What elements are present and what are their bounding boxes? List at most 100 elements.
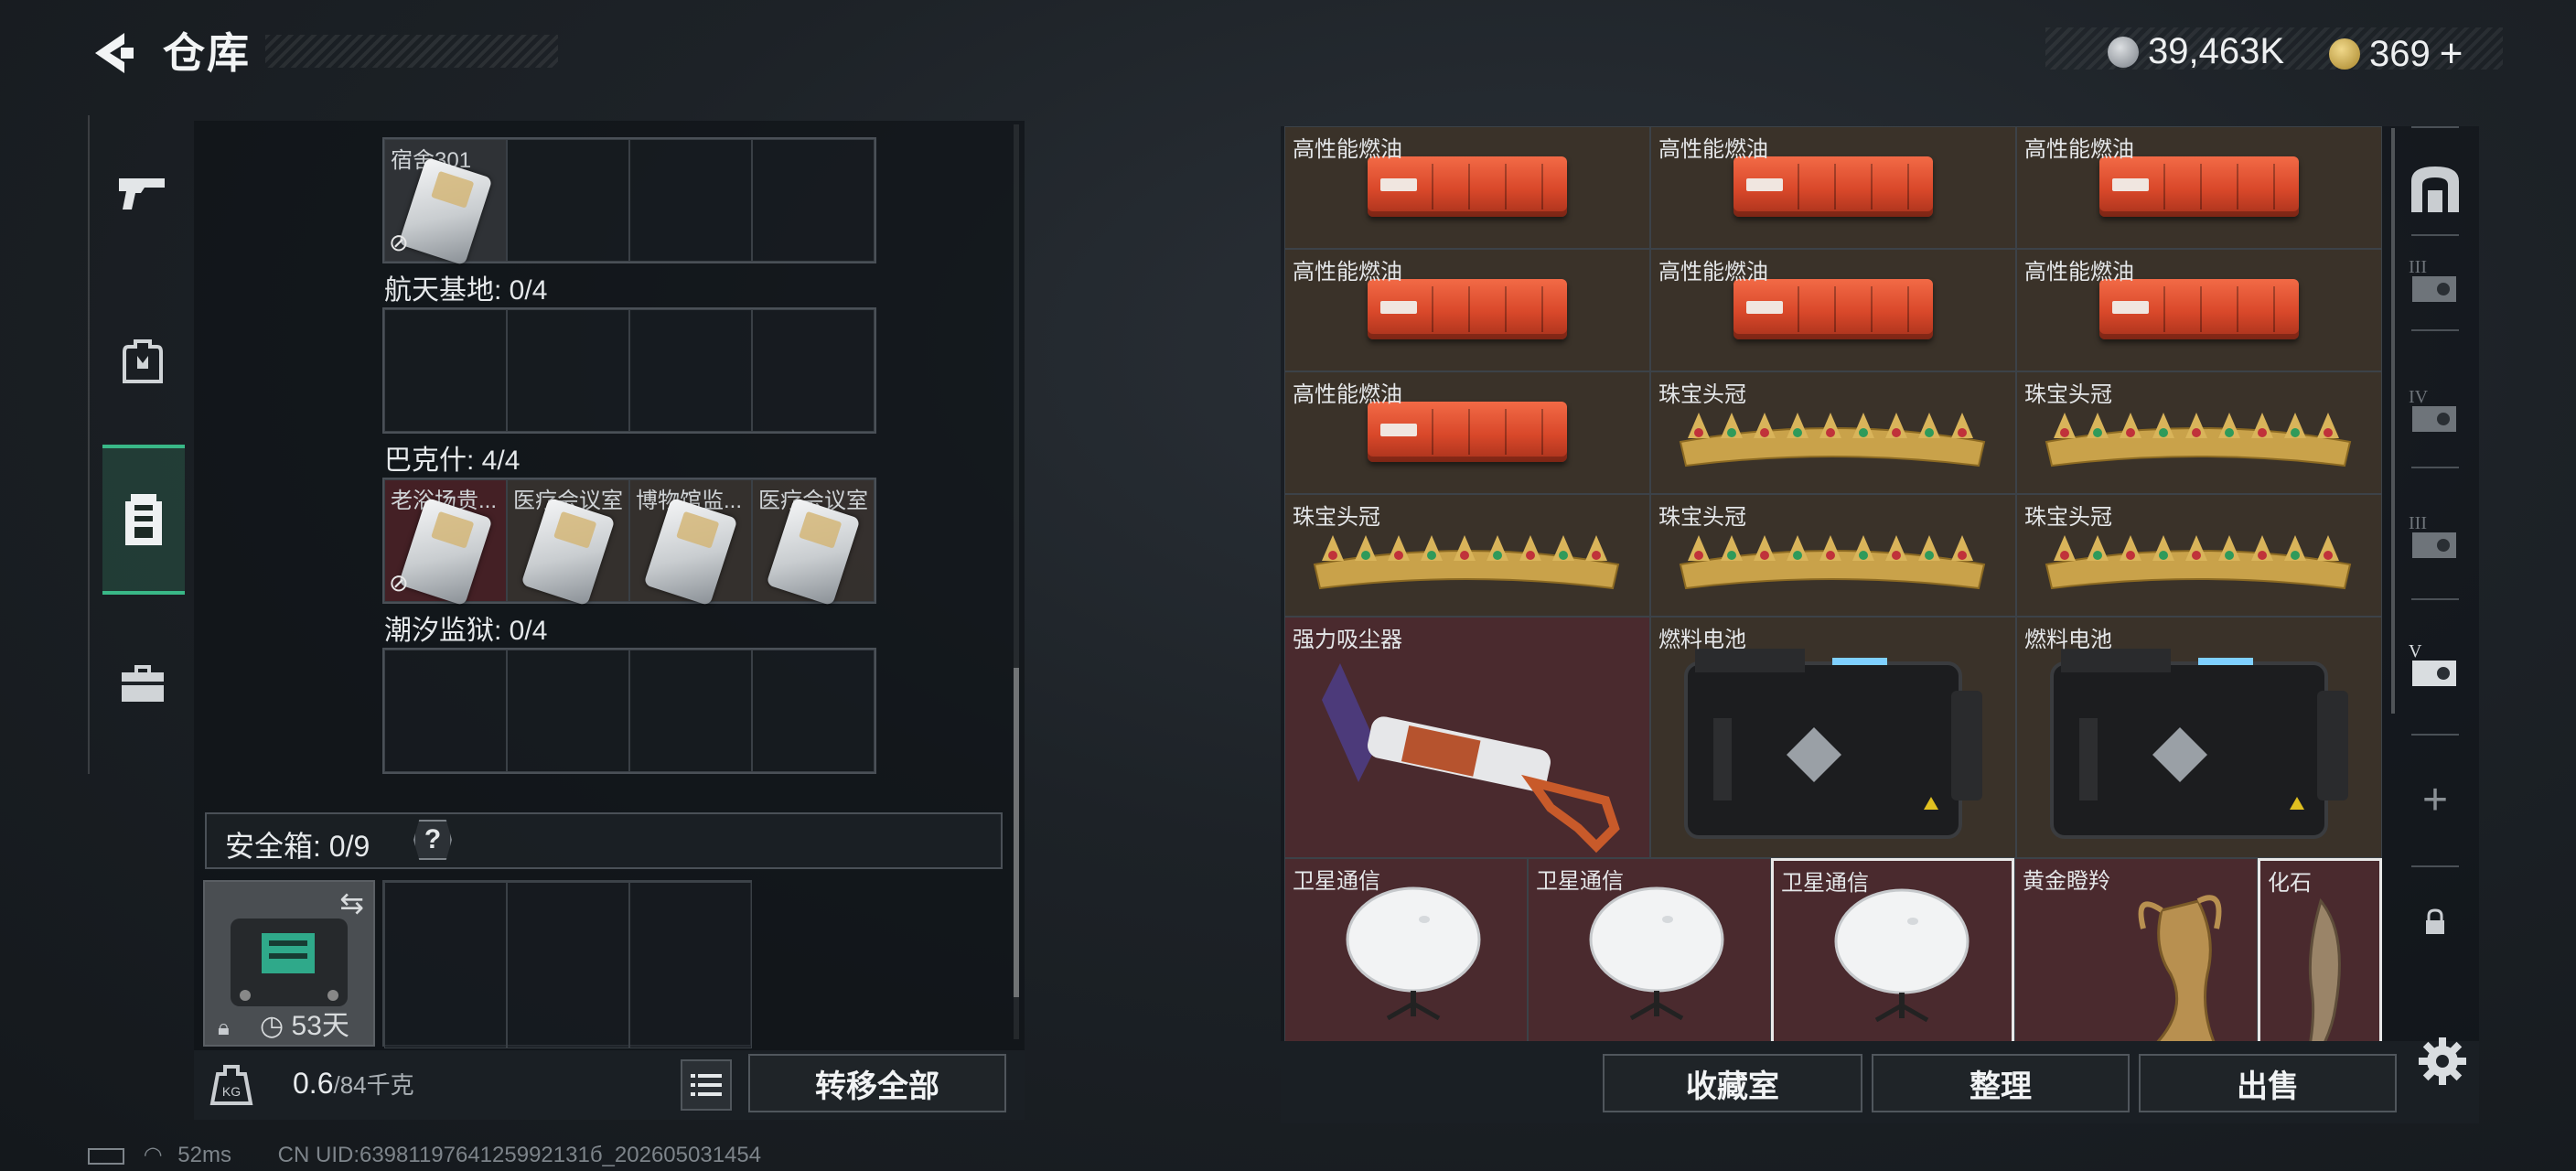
safebox-slot[interactable] [384,882,507,1048]
left-nav [88,115,190,774]
nav-backpack[interactable] [104,311,181,412]
help-button[interactable]: ? [413,820,452,860]
key-slot[interactable] [384,650,507,772]
nav-stash-main[interactable] [2391,152,2479,225]
lock-button[interactable] [2391,886,2479,959]
key-slot[interactable] [752,139,875,262]
key-slot[interactable] [629,139,752,262]
key-slot[interactable]: 医疗会议室 [507,479,629,607]
key-slot[interactable] [752,309,875,432]
key-slot[interactable] [629,309,752,432]
transfer-all-button[interactable]: 转移全部 [748,1054,1006,1112]
safebox-item[interactable]: ⇆ 🔒︎ ◷ 53天 [203,880,375,1047]
fuel-canister-image [1368,402,1567,462]
nav-vest[interactable] [102,445,185,595]
item-label: 高性能燃油 [1293,260,1402,285]
stash-expansion-icon: V [2409,641,2456,686]
organize-button[interactable]: 整理 [1872,1054,2130,1112]
stash-item[interactable]: 燃料电池 [2016,617,2382,858]
currency-bar: 39,463K 369 + [2045,27,2503,76]
item-label: 高性能燃油 [2024,137,2134,162]
weight-value: 0.6 [293,1067,334,1100]
timer: ◷ 53天 [260,1003,349,1043]
key-slot[interactable]: 医疗会议室 [752,479,875,607]
stash-item[interactable]: 黄金瞪羚 [2014,858,2258,1041]
stash-item[interactable]: 卫星通信 [1528,858,1771,1041]
item-label: 高性能燃油 [2024,260,2134,285]
key-slot[interactable] [507,650,629,772]
key-slot[interactable] [507,139,629,262]
stash-item[interactable]: 珠宝头冠 [1650,494,2016,617]
key-slot[interactable] [629,650,752,772]
status-bar: ◠ 52ms CN UID:6398119764125992131б_20260… [88,1142,761,1169]
divider [2411,598,2459,600]
settings-button[interactable] [2415,1034,2470,1089]
currency-coins: 39,463K [2148,31,2285,71]
fuel-canister-image [2099,279,2299,339]
section-title-aerospace: 航天基地: 0/4 [384,275,548,306]
stash-item[interactable]: 卫星通信 [1284,858,1528,1041]
key-slot[interactable] [507,309,629,432]
fossil-image [2308,897,2341,1041]
stash-item[interactable]: 化石 [2258,858,2382,1041]
stash-expansion-icon: IV [2409,387,2456,432]
coin-icon [2108,36,2139,68]
collection-room-button[interactable]: 收藏室 [1603,1054,1862,1112]
nav-stash-tier-3a[interactable]: III [2391,245,2479,318]
stash-item[interactable]: 卫星通信 [1771,858,2014,1041]
stash-item[interactable]: 高性能燃油 [1284,371,1650,494]
divider [2411,734,2459,736]
battery-icon [88,1147,124,1165]
crown-image [2045,413,2352,467]
add-currency-button[interactable]: + [2440,31,2463,77]
safebox-slot[interactable] [507,882,629,1048]
stash-item[interactable]: 高性能燃油 [2016,249,2382,371]
stash-item[interactable]: 高性能燃油 [1650,249,2016,371]
svg-text:IV: IV [2409,387,2429,407]
key-slot[interactable] [384,309,507,432]
stash-item[interactable]: 高性能燃油 [2016,126,2382,249]
back-button[interactable] [88,27,139,79]
safebox-slot[interactable] [629,882,752,1048]
key-slot[interactable]: 宿舍301 ⊘ [384,139,507,266]
sell-button[interactable]: 出售 [2139,1054,2397,1112]
item-label: 强力吸尘器 [1293,628,1402,652]
key-slot[interactable]: 老浴场贵... ⊘ [384,479,507,607]
fuel-canister-image [1368,279,1567,339]
triangle-coin-icon [2329,38,2360,70]
stash-item[interactable]: 高性能燃油 [1284,126,1650,249]
key-slot[interactable] [752,650,875,772]
stash-item[interactable]: 珠宝头冠 [2016,371,2382,494]
left-scrollbar-thumb[interactable] [1014,668,1019,997]
nav-stash-tier-3b[interactable]: III [2391,501,2479,575]
item-label: 高性能燃油 [1658,260,1768,285]
key-grid-aerospace [382,307,876,434]
gear-icon [2419,1037,2466,1085]
fuel-cell-image [1684,649,1982,839]
stash-item[interactable]: 高性能燃油 [1650,126,2016,249]
section-title-bakhsh: 巴克什: 4/4 [384,446,521,476]
nav-stash-tier-5[interactable]: V [2391,629,2479,703]
stash-item[interactable]: 高性能燃油 [1284,249,1650,371]
add-stash-button[interactable]: + [2391,763,2479,836]
item-label: 高性能燃油 [1293,382,1402,407]
swap-icon[interactable]: ⇆ [339,886,364,920]
nav-briefcase[interactable] [104,633,181,734]
divider [2411,126,2459,128]
stash-item[interactable]: 珠宝头冠 [2016,494,2382,617]
item-label: 珠宝头冠 [2024,505,2112,530]
stash-item[interactable]: 燃料电池 [1650,617,2016,858]
list-view-button[interactable] [681,1059,732,1111]
nav-weapons[interactable] [104,143,181,243]
fuel-canister-image [1733,156,1933,217]
key-slot[interactable]: 博物馆监... [629,479,752,607]
weight-readout: 0.6/84千克 [293,1067,414,1101]
divider [2411,865,2459,867]
nav-stash-tier-4[interactable]: IV [2391,375,2479,448]
stash-item[interactable]: 珠宝头冠 [1284,494,1650,617]
stash-item[interactable]: 珠宝头冠 [1650,371,2016,494]
stash-item[interactable]: 强力吸尘器 [1284,617,1650,858]
item-label: 卫星通信 [1781,871,1869,896]
ping-text: 52ms [177,1143,231,1167]
crown-image [1679,413,1986,467]
